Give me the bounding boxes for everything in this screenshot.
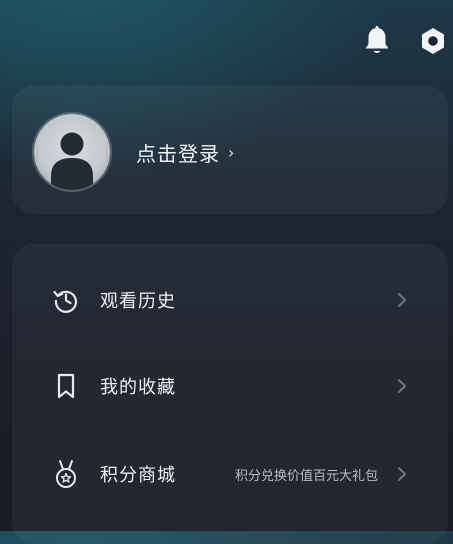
menu-card: 观看历史 我的收藏 积分商城 积分兑换价值百元大礼包 bbox=[12, 244, 448, 544]
menu-item-points-mall[interactable]: 积分商城 积分兑换价值百元大礼包 bbox=[12, 444, 448, 504]
avatar[interactable] bbox=[34, 114, 110, 190]
history-icon bbox=[52, 286, 80, 314]
gear-icon[interactable] bbox=[416, 24, 450, 58]
bookmark-icon bbox=[52, 372, 80, 400]
profile-card[interactable]: 点击登录 › bbox=[12, 86, 448, 214]
chevron-right-icon: › bbox=[228, 143, 236, 162]
chevron-right-icon bbox=[397, 292, 407, 308]
bell-icon[interactable] bbox=[360, 24, 394, 58]
medal-icon bbox=[52, 460, 80, 488]
menu-item-label: 观看历史 bbox=[100, 291, 176, 312]
menu-item-label: 我的收藏 bbox=[100, 377, 176, 398]
chevron-right-icon bbox=[397, 466, 407, 482]
login-link[interactable]: 点击登录 › bbox=[136, 138, 235, 167]
login-label: 点击登录 bbox=[136, 142, 220, 166]
menu-item-history[interactable]: 观看历史 bbox=[12, 270, 448, 330]
menu-item-favorites[interactable]: 我的收藏 bbox=[12, 356, 448, 416]
top-bar bbox=[0, 0, 453, 84]
points-promo-text: 积分兑换价值百元大礼包 bbox=[234, 468, 378, 484]
chevron-right-icon bbox=[397, 378, 407, 394]
menu-item-label: 积分商城 bbox=[100, 465, 176, 486]
